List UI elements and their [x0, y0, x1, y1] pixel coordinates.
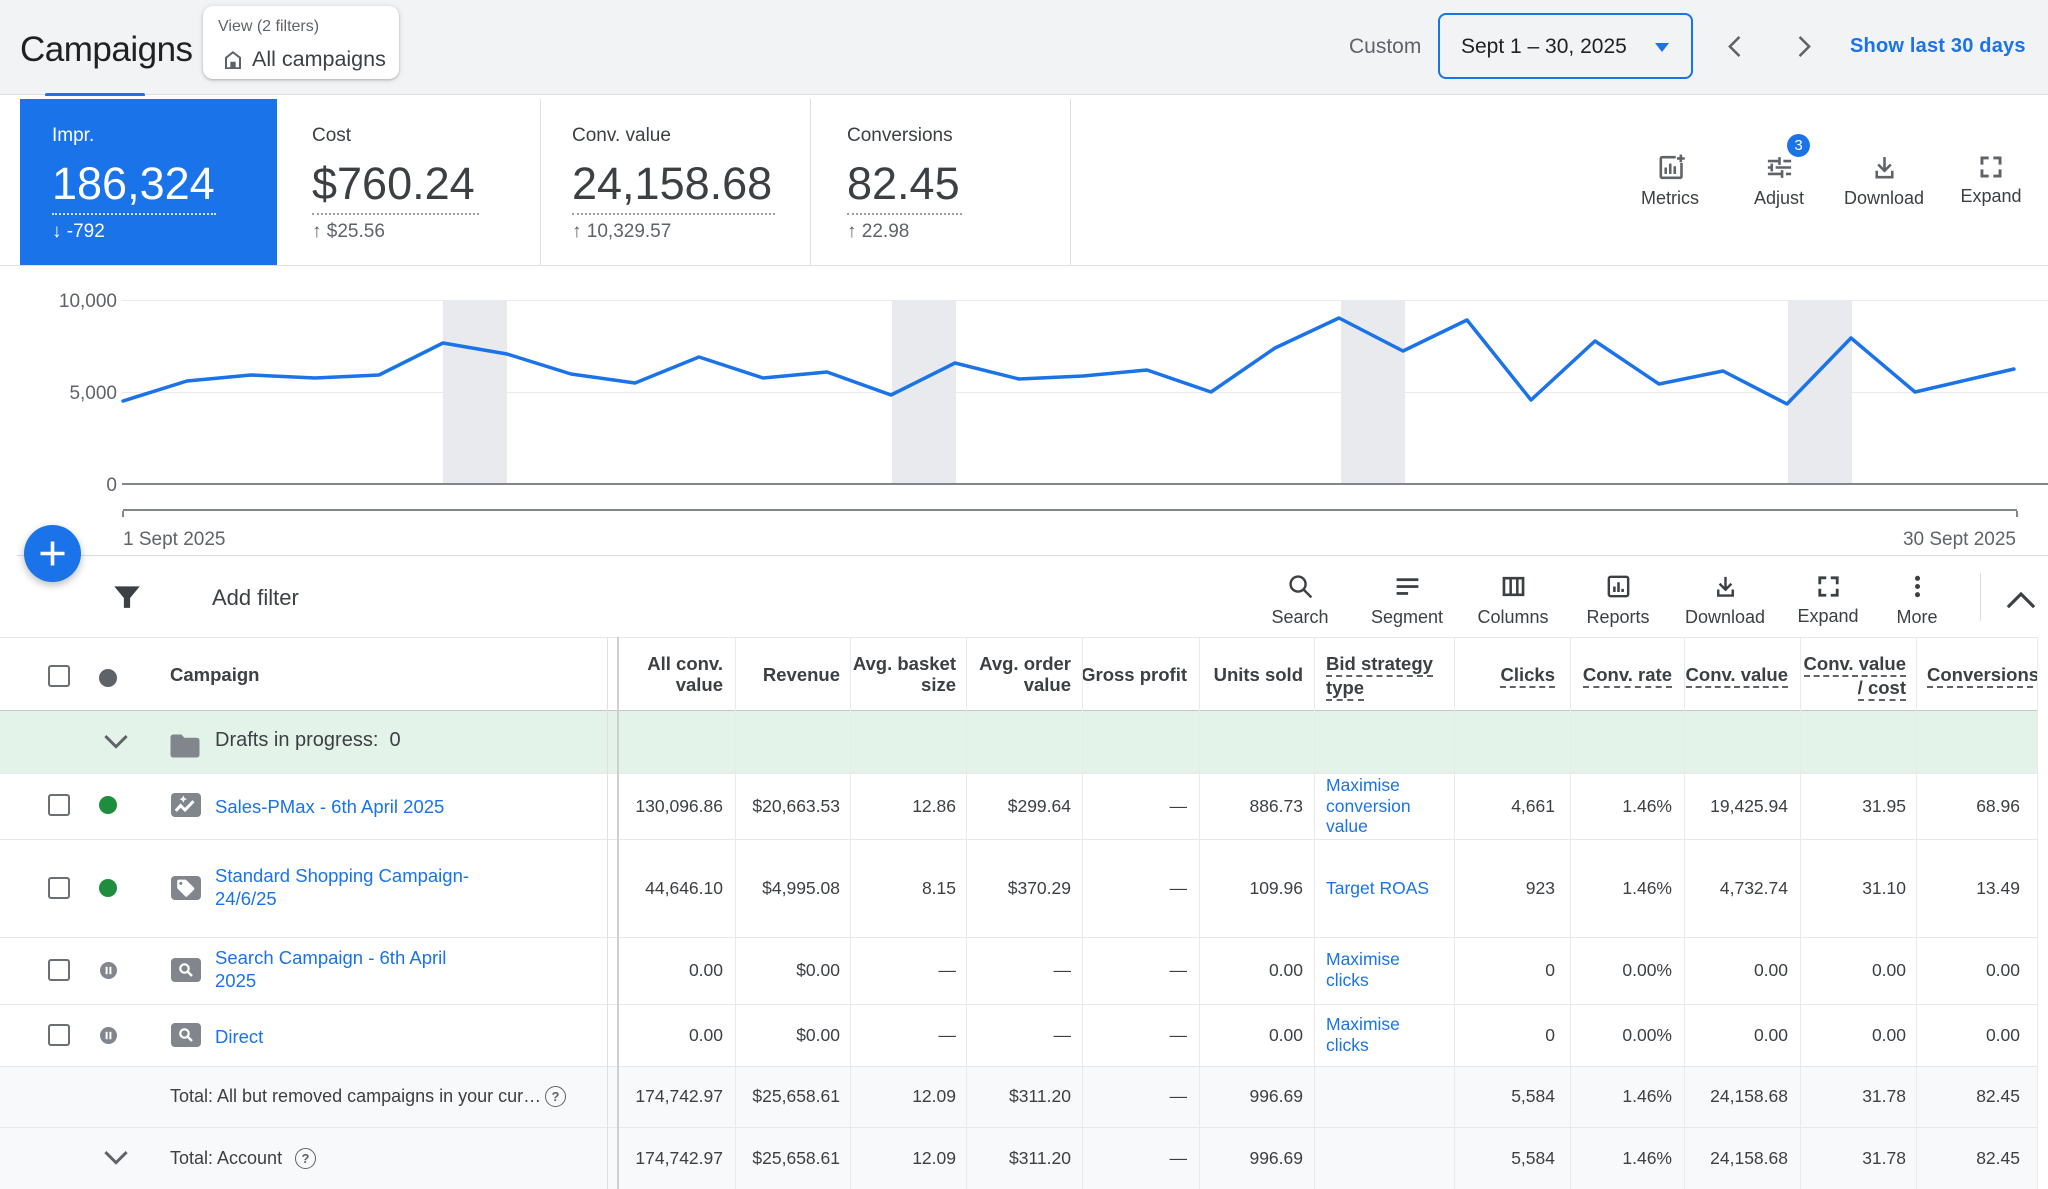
svg-text:10,000: 10,000 — [59, 291, 117, 312]
svg-text:1 Sept 2025: 1 Sept 2025 — [123, 529, 225, 550]
svg-text:30 Sept 2025: 30 Sept 2025 — [1903, 529, 2016, 550]
svg-text:5,000: 5,000 — [69, 383, 117, 404]
svg-text:0: 0 — [106, 475, 117, 496]
